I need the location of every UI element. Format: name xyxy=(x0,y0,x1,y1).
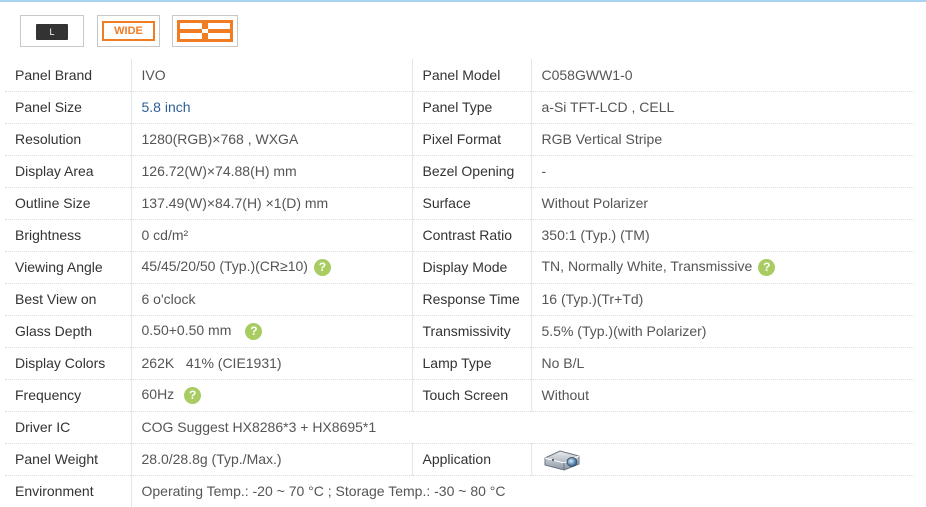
spec-value: 350:1 (Typ.) (TM) xyxy=(530,219,914,252)
spec-label: Application xyxy=(411,443,531,476)
spec-label: Outline Size xyxy=(5,187,131,220)
application-cell xyxy=(530,443,914,476)
spec-value: Operating Temp.: -20 ~ 70 °C ; Storage T… xyxy=(130,475,914,507)
spec-value: RGB Vertical Stripe xyxy=(530,123,914,156)
spec-label: Pixel Format xyxy=(411,123,531,156)
spec-label: Lamp Type xyxy=(411,347,531,380)
table-row: Panel Size 5.8 inch Panel Type a-Si TFT-… xyxy=(5,91,914,124)
help-icon[interactable]: ? xyxy=(758,258,776,276)
spec-value: 137.49(W)×84.7(H) ×1(D) mm xyxy=(130,187,412,220)
spec-value: 126.72(W)×74.88(H) mm xyxy=(130,155,412,188)
spec-label: Frequency xyxy=(5,379,131,412)
spec-value-cell: TN, Normally White, Transmissive? xyxy=(530,251,914,284)
table-row: Environment Operating Temp.: -20 ~ 70 °C… xyxy=(5,475,914,507)
spec-value: 28.0/28.8g (Typ./Max.) xyxy=(130,443,412,476)
wide-badge[interactable]: WIDE xyxy=(97,15,160,47)
spec-value: C058GWW1-0 xyxy=(530,59,914,92)
spec-value: COG Suggest HX8286*3 + HX8695*1 xyxy=(130,411,914,444)
spec-table: Panel Brand IVO Panel Model C058GWW1-0 P… xyxy=(5,59,914,507)
table-row: Glass Depth 0.50+0.50 mm? Transmissivity… xyxy=(5,315,914,348)
table-row: Resolution 1280(RGB)×768 , WXGA Pixel Fo… xyxy=(5,123,914,156)
spec-label: Bezel Opening xyxy=(411,155,531,188)
spec-label: Best View on xyxy=(5,283,131,316)
top-border-line xyxy=(0,0,926,2)
spec-label: Display Area xyxy=(5,155,131,188)
spec-value: 16 (Typ.)(Tr+Td) xyxy=(530,283,914,316)
split-screen-badge[interactable] xyxy=(172,15,238,47)
table-row: Display Colors 262K 41% (CIE1931) Lamp T… xyxy=(5,347,914,380)
spec-value: Without xyxy=(530,379,914,412)
spec-value: 0.50+0.50 mm xyxy=(141,322,232,339)
table-row: Best View on 6 o'clock Response Time 16 … xyxy=(5,283,914,316)
spec-value: 45/45/20/50 (Typ.)(CR≥10) xyxy=(141,258,308,275)
landscape-badge-label: L xyxy=(36,24,68,40)
spec-label: Resolution xyxy=(5,123,131,156)
spec-value: a-Si TFT-LCD , CELL xyxy=(530,91,914,124)
table-row: Panel Brand IVO Panel Model C058GWW1-0 xyxy=(5,59,914,92)
spec-label: Driver IC xyxy=(5,411,131,444)
spec-label: Touch Screen xyxy=(411,379,531,412)
spec-label: Display Mode xyxy=(411,251,531,284)
split-screen-icon xyxy=(177,20,233,42)
spec-label: Panel Size xyxy=(5,91,131,124)
spec-value: TN, Normally White, Transmissive xyxy=(541,258,753,275)
table-row: Driver IC COG Suggest HX8286*3 + HX8695*… xyxy=(5,411,914,444)
panel-size-link[interactable]: 5.8 inch xyxy=(130,91,412,124)
spec-value: - xyxy=(530,155,914,188)
spec-value: IVO xyxy=(130,59,412,92)
table-row: Outline Size 137.49(W)×84.7(H) ×1(D) mm … xyxy=(5,187,914,220)
landscape-badge[interactable]: L xyxy=(20,15,84,47)
table-row: Panel Weight 28.0/28.8g (Typ./Max.) Appl… xyxy=(5,443,914,476)
help-icon[interactable]: ? xyxy=(184,386,202,404)
spec-value-cell: 60Hz? xyxy=(130,379,412,412)
spec-label: Environment xyxy=(15,483,94,500)
spec-label: Viewing Angle xyxy=(5,251,131,284)
spec-label: Contrast Ratio xyxy=(411,219,531,252)
wide-badge-label: WIDE xyxy=(102,21,155,41)
spec-value: 5.5% (Typ.)(with Polarizer) xyxy=(530,315,914,348)
spec-value: No B/L xyxy=(530,347,914,380)
projector-icon[interactable] xyxy=(542,446,582,472)
spec-label: Transmissivity xyxy=(411,315,531,348)
help-icon[interactable]: ? xyxy=(313,258,331,276)
spec-value-cell: 45/45/20/50 (Typ.)(CR≥10)? xyxy=(130,251,412,284)
spec-label: Panel Type xyxy=(411,91,531,124)
table-row: Display Area 126.72(W)×74.88(H) mm Bezel… xyxy=(5,155,914,188)
spec-label: Response Time xyxy=(411,283,531,316)
spec-value: Without Polarizer xyxy=(530,187,914,220)
spec-value: 6 o'clock xyxy=(130,283,412,316)
spec-value: 262K 41% (CIE1931) xyxy=(130,347,412,380)
spec-label: Display Colors xyxy=(5,347,131,380)
spec-label: Panel Weight xyxy=(5,443,131,476)
spec-label: Panel Brand xyxy=(5,59,131,92)
help-icon[interactable]: ? xyxy=(245,322,263,340)
table-row: Viewing Angle 45/45/20/50 (Typ.)(CR≥10)?… xyxy=(5,251,914,284)
spec-value-cell: 0.50+0.50 mm? xyxy=(130,315,412,348)
spec-value: 60Hz xyxy=(141,386,175,403)
spec-label: Surface xyxy=(411,187,531,220)
spec-label: Glass Depth xyxy=(5,315,131,348)
table-row: Brightness 0 cd/m² Contrast Ratio 350:1 … xyxy=(5,219,914,252)
spec-value: 0 cd/m² xyxy=(130,219,412,252)
spec-value: 1280(RGB)×768 , WXGA xyxy=(130,123,412,156)
spec-label: Panel Model xyxy=(411,59,531,92)
table-row: Frequency 60Hz? Touch Screen Without xyxy=(5,379,914,412)
spec-label: Brightness xyxy=(5,219,131,252)
